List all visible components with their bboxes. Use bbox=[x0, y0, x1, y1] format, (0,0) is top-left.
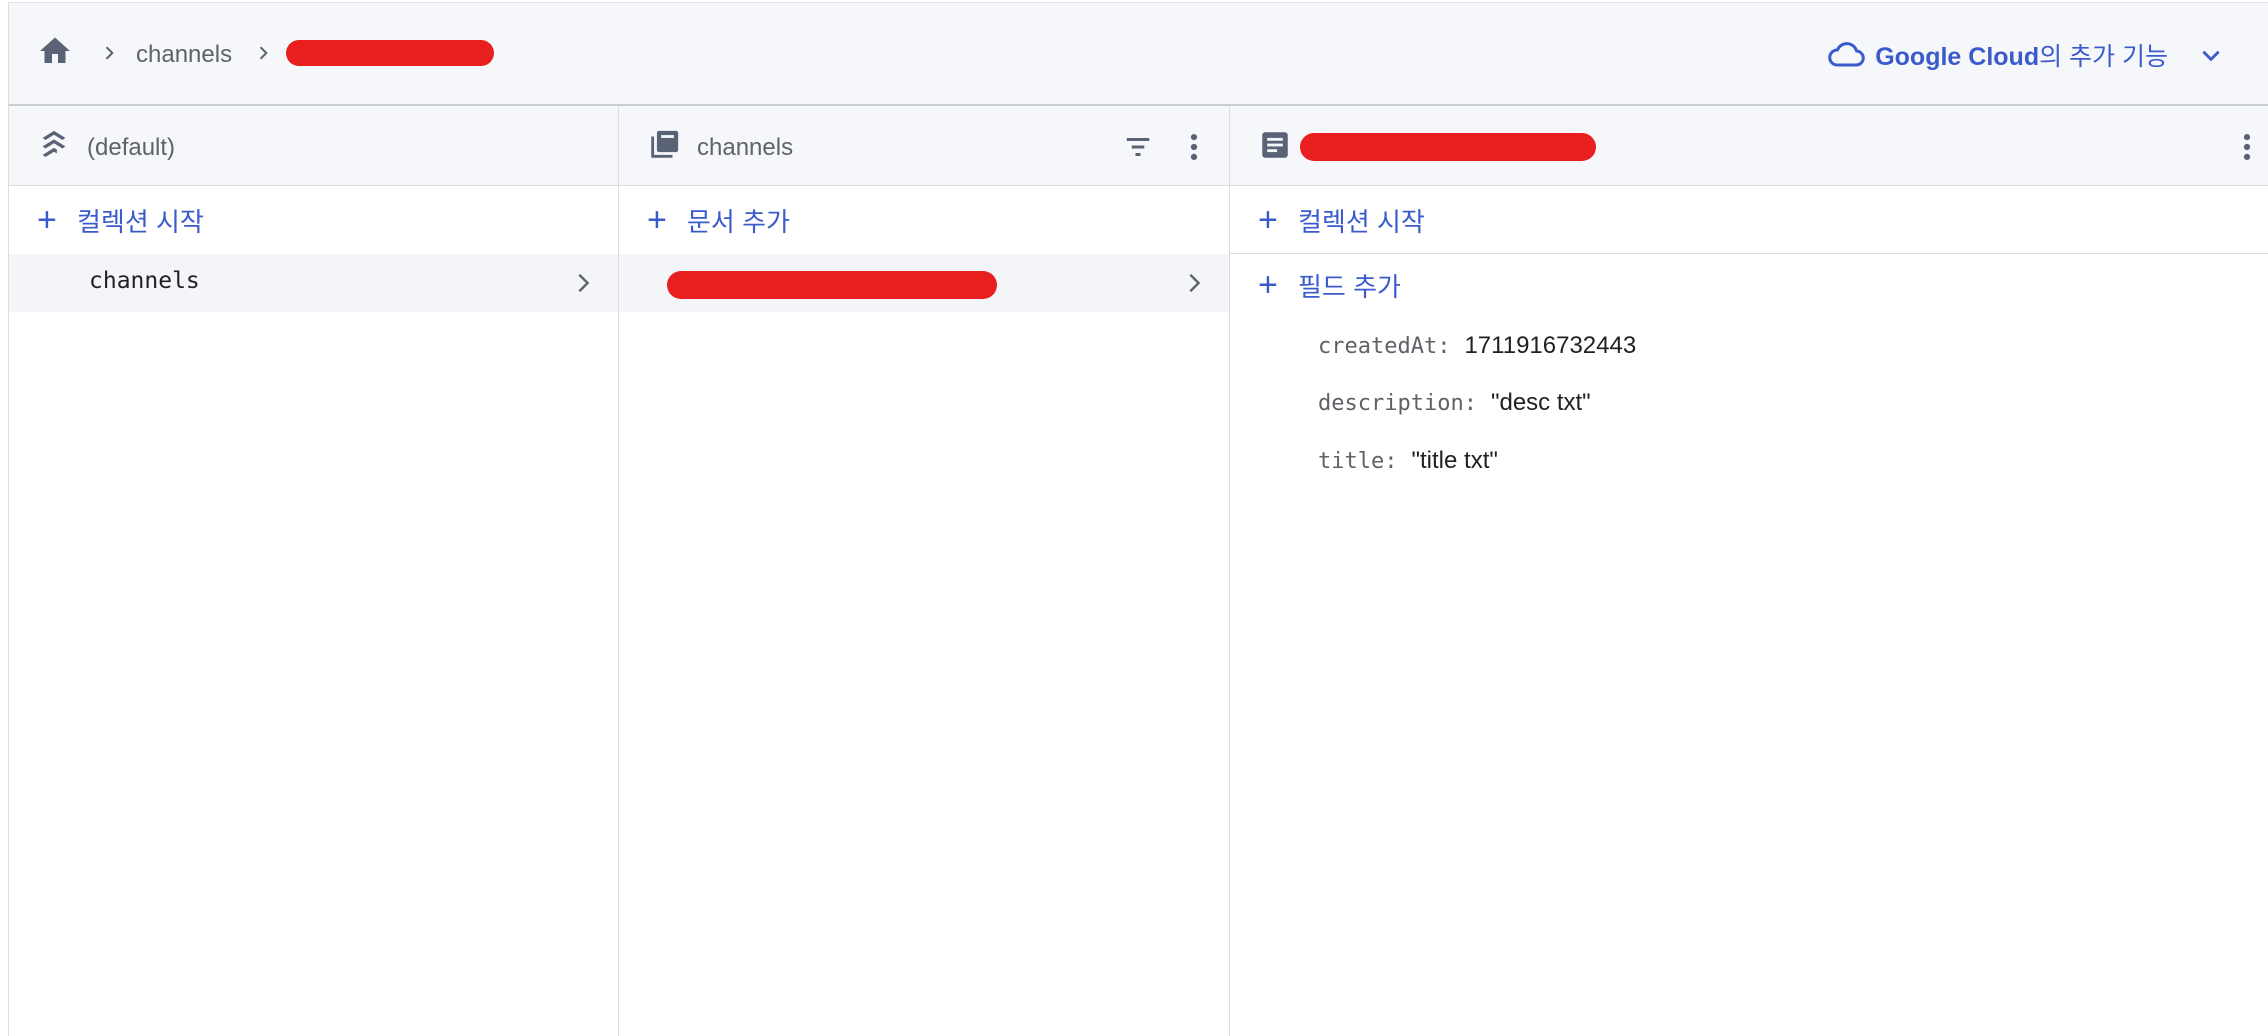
collection-column-header: channels bbox=[619, 106, 1229, 186]
add-document-button[interactable]: + 문서 추가 bbox=[647, 202, 790, 238]
document-icon bbox=[1262, 132, 1288, 158]
chevron-right-icon bbox=[259, 46, 268, 60]
field-value: "desc txt" bbox=[1490, 389, 1591, 416]
more-vert-icon[interactable] bbox=[1177, 130, 1211, 164]
field-row[interactable]: createdAt: 1711916732443 bbox=[1318, 332, 1636, 360]
breadcrumb-item-channels[interactable]: channels bbox=[136, 41, 232, 69]
start-collection-label: 컬렉션 시작 bbox=[77, 206, 204, 237]
redacted-document-title bbox=[1300, 133, 1596, 161]
database-column: (default) + 컬렉션 시작 channels bbox=[9, 106, 619, 1036]
start-subcollection-label: 컬렉션 시작 bbox=[1298, 206, 1425, 237]
google-cloud-label: Google Cloud bbox=[1875, 43, 2040, 71]
filter-icon[interactable] bbox=[1121, 132, 1155, 162]
more-vert-icon[interactable] bbox=[2230, 130, 2264, 164]
firestore-panel: channels Google Cloud의 추가 기능 (default) +… bbox=[8, 2, 2268, 1036]
document-list-item[interactable] bbox=[619, 254, 1229, 312]
field-value: 1711916732443 bbox=[1464, 332, 1637, 359]
extensions-label: 의 추가 기능 bbox=[2039, 43, 2168, 71]
chevron-down-icon bbox=[2202, 50, 2220, 62]
add-document-label: 문서 추가 bbox=[687, 206, 790, 237]
field-row[interactable]: title: "title txt" bbox=[1318, 447, 1498, 475]
collection-column: channels + 문서 추가 bbox=[619, 106, 1230, 1036]
google-cloud-extensions-button[interactable]: Google Cloud의 추가 기능 bbox=[1827, 37, 2224, 73]
add-field-label: 필드 추가 bbox=[1298, 271, 1401, 302]
start-subcollection-button[interactable]: + 컬렉션 시작 bbox=[1258, 202, 1425, 238]
breadcrumb: channels Google Cloud의 추가 기능 bbox=[9, 3, 2268, 106]
home-icon[interactable] bbox=[37, 33, 73, 69]
database-column-header: (default) bbox=[9, 106, 618, 186]
divider bbox=[1230, 253, 2268, 254]
redacted-breadcrumb-document[interactable] bbox=[286, 40, 494, 66]
cloud-icon bbox=[1828, 42, 1865, 67]
database-title: (default) bbox=[87, 134, 176, 161]
field-row[interactable]: description: "desc txt" bbox=[1318, 389, 1591, 417]
plus-icon: + bbox=[37, 201, 57, 239]
chevron-right-icon bbox=[105, 46, 114, 60]
redacted-document-id bbox=[667, 271, 997, 299]
start-collection-button[interactable]: + 컬렉션 시작 bbox=[37, 202, 204, 238]
collection-list-item[interactable]: channels bbox=[9, 254, 618, 312]
field-key: title: bbox=[1318, 449, 1398, 474]
chevron-right-icon bbox=[578, 273, 590, 293]
plus-icon: + bbox=[1258, 266, 1278, 304]
collection-name: channels bbox=[89, 268, 200, 294]
field-key: createdAt: bbox=[1318, 334, 1451, 359]
document-column-header bbox=[1230, 106, 2268, 186]
field-value: "title txt" bbox=[1411, 447, 1498, 474]
collection-title: channels bbox=[697, 134, 794, 161]
document-column: + 컬렉션 시작 + 필드 추가 createdAt: 171191673244… bbox=[1230, 106, 2268, 1036]
database-layers-icon bbox=[42, 130, 66, 158]
collection-icon bbox=[651, 130, 679, 158]
plus-icon: + bbox=[1258, 201, 1278, 239]
field-key: description: bbox=[1318, 391, 1477, 416]
plus-icon: + bbox=[647, 201, 667, 239]
add-field-button[interactable]: + 필드 추가 bbox=[1258, 267, 1401, 303]
chevron-right-icon bbox=[1189, 273, 1201, 293]
